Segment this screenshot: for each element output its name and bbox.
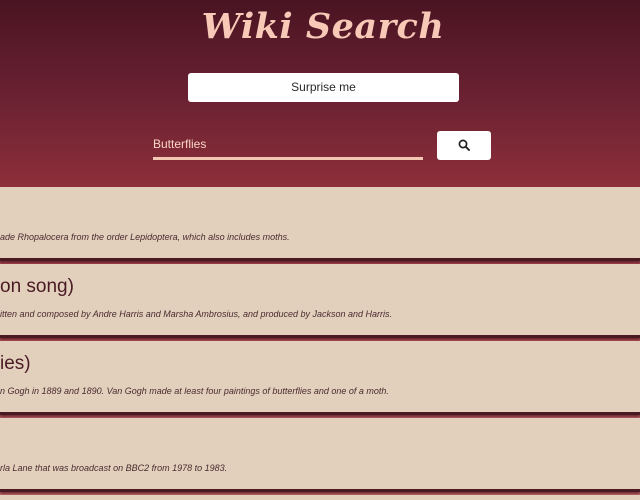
result-card[interactable] <box>0 495 640 500</box>
result-snippet: rla Lane that was broadcast on BBC2 from… <box>0 463 228 473</box>
surprise-me-button[interactable]: Surprise me <box>188 73 459 102</box>
search-button[interactable] <box>437 131 491 160</box>
page-title: Wiki Search <box>201 6 445 47</box>
result-card[interactable]: rla Lane that was broadcast on BBC2 from… <box>0 418 640 489</box>
result-card[interactable]: ies) n Gogh in 1889 and 1890. Van Gogh m… <box>0 341 640 412</box>
result-card[interactable]: ade Rhopalocera from the order Lepidopte… <box>0 187 640 258</box>
result-snippet: itten and composed by Andre Harris and M… <box>0 309 393 319</box>
result-snippet: n Gogh in 1889 and 1890. Van Gogh made a… <box>0 386 389 396</box>
result-title[interactable]: ies) <box>0 353 31 375</box>
result-card[interactable]: on song) itten and composed by Andre Har… <box>0 264 640 335</box>
header: Wiki Search Surprise me <box>0 0 640 187</box>
search-input[interactable] <box>153 131 423 160</box>
search-icon <box>458 139 470 151</box>
result-title[interactable]: on song) <box>0 276 74 298</box>
result-snippet: ade Rhopalocera from the order Lepidopte… <box>0 232 290 242</box>
